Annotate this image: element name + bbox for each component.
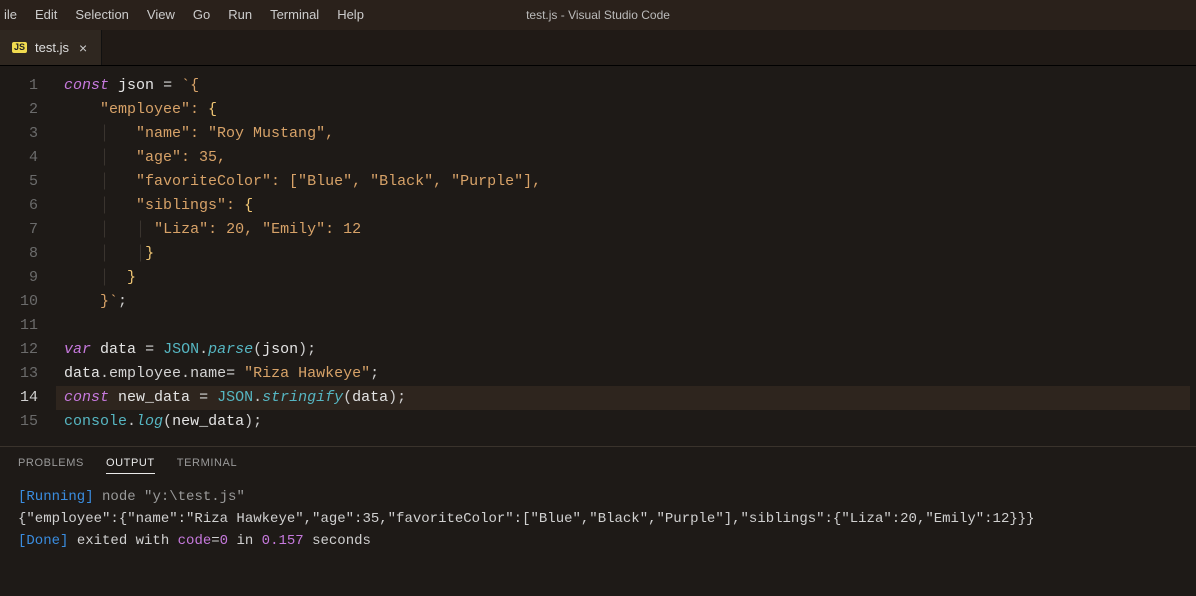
code-line[interactable]: │ "age": 35, xyxy=(56,146,1196,170)
menu-selection[interactable]: Selection xyxy=(66,0,137,30)
line-number: 3 xyxy=(0,122,38,146)
menu-run[interactable]: Run xyxy=(219,0,261,30)
line-number: 10 xyxy=(0,290,38,314)
output-line: {"employee":{"name":"Riza Hawkeye","age"… xyxy=(18,508,1178,530)
code-line[interactable]: │ "name": "Roy Mustang", xyxy=(56,122,1196,146)
code-line[interactable]: │ } xyxy=(56,266,1196,290)
panel-tab-terminal[interactable]: TERMINAL xyxy=(177,457,237,474)
line-number: 9 xyxy=(0,266,38,290)
code-line[interactable] xyxy=(56,314,1196,338)
menu-view[interactable]: View xyxy=(138,0,184,30)
code-line[interactable]: │ "favoriteColor": ["Blue", "Black", "Pu… xyxy=(56,170,1196,194)
menubar: ileEditSelectionViewGoRunTerminalHelp te… xyxy=(0,0,1196,30)
code-line[interactable]: │ │ "Liza": 20, "Emily": 12 xyxy=(56,218,1196,242)
bottom-panel: PROBLEMS OUTPUT TERMINAL [Running] node "y… xyxy=(0,446,1196,596)
line-number: 5 xyxy=(0,170,38,194)
panel-tab-output[interactable]: OUTPUT xyxy=(106,457,155,474)
line-number: 1 xyxy=(0,74,38,98)
line-number-gutter: 123456789101112131415 xyxy=(0,66,56,446)
line-number: 12 xyxy=(0,338,38,362)
tab-label: test.js xyxy=(35,40,69,55)
line-number: 15 xyxy=(0,410,38,434)
code-line[interactable]: var data = JSON.parse(json); xyxy=(56,338,1196,362)
line-number: 8 xyxy=(0,242,38,266)
editor[interactable]: 123456789101112131415 const json = `{ "e… xyxy=(0,66,1196,446)
code-line[interactable]: │ "siblings": { xyxy=(56,194,1196,218)
menu-edit[interactable]: Edit xyxy=(26,0,66,30)
output-line: [Done] exited with code=0 in 0.157 secon… xyxy=(18,530,1178,552)
line-number: 14 xyxy=(0,386,38,410)
close-icon[interactable]: × xyxy=(77,39,89,57)
js-file-icon: JS xyxy=(12,42,27,53)
code-line[interactable]: console.log(new_data); xyxy=(56,410,1196,434)
line-number: 13 xyxy=(0,362,38,386)
tab-test-js[interactable]: JS test.js × xyxy=(0,30,102,65)
line-number: 6 xyxy=(0,194,38,218)
code-line[interactable]: const json = `{ xyxy=(56,74,1196,98)
output-line: [Running] node "y:\test.js" xyxy=(18,486,1178,508)
code-line[interactable]: const new_data = JSON.stringify(data); xyxy=(56,386,1190,410)
code-line[interactable]: "employee": { xyxy=(56,98,1196,122)
tab-bar: JS test.js × xyxy=(0,30,1196,66)
output-body[interactable]: [Running] node "y:\test.js"{"employee":{… xyxy=(0,482,1196,556)
line-number: 7 xyxy=(0,218,38,242)
menu-help[interactable]: Help xyxy=(328,0,373,30)
panel-tab-problems[interactable]: PROBLEMS xyxy=(18,457,84,474)
code-line[interactable]: │ │} xyxy=(56,242,1196,266)
code-line[interactable]: }`; xyxy=(56,290,1196,314)
menu-go[interactable]: Go xyxy=(184,0,219,30)
menu-terminal[interactable]: Terminal xyxy=(261,0,328,30)
line-number: 11 xyxy=(0,314,38,338)
line-number: 2 xyxy=(0,98,38,122)
code-area[interactable]: const json = `{ "employee": { │ "name": … xyxy=(56,66,1196,446)
panel-tabs: PROBLEMS OUTPUT TERMINAL xyxy=(0,447,1196,482)
code-line[interactable]: data.employee.name= "Riza Hawkeye"; xyxy=(56,362,1196,386)
menu-ile[interactable]: ile xyxy=(0,0,26,30)
line-number: 4 xyxy=(0,146,38,170)
